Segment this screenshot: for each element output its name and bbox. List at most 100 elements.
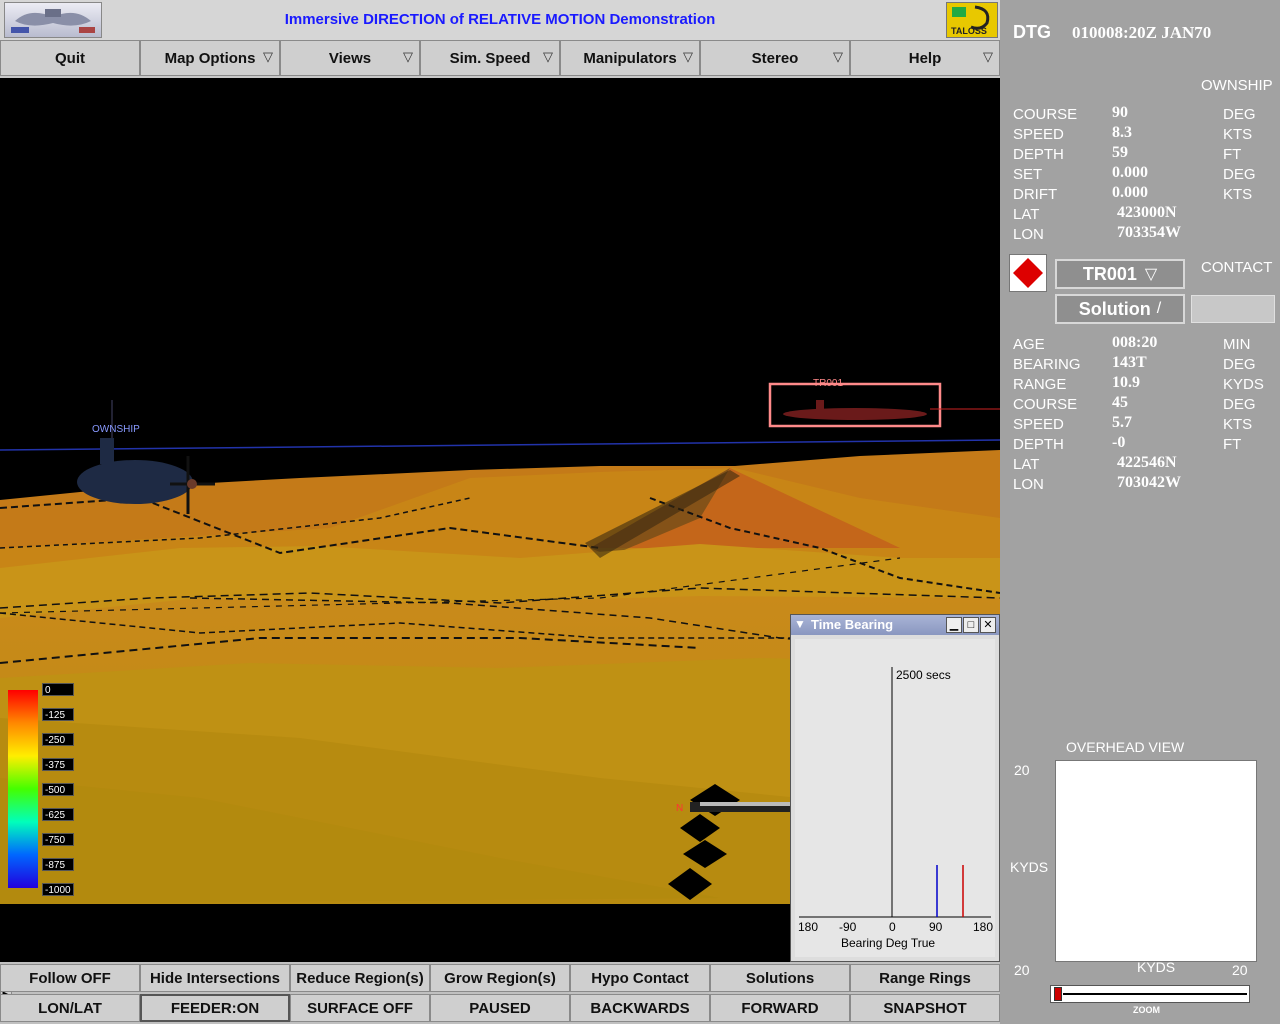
contact-field-unit: KYDS — [1223, 376, 1264, 393]
ownship-course-value: 90 — [1112, 104, 1128, 121]
overhead-axis-max: 20 — [1014, 762, 1030, 778]
menu-manipulators[interactable]: Manipulators ▽ — [560, 40, 700, 76]
solution-input-field[interactable] — [1191, 295, 1275, 323]
hypo-contact-button[interactable]: Hypo Contact — [570, 964, 710, 992]
ownship-depth-value: 59 — [1112, 144, 1128, 161]
contact-lat-value: 422546N — [1117, 454, 1177, 471]
solution-select-dropdown[interactable]: Solution / — [1055, 294, 1185, 324]
zoom-track-line — [1063, 993, 1247, 995]
menu-sim-speed-label: Sim. Speed — [449, 49, 531, 67]
dropdown-arrow-icon: ▽ — [263, 49, 273, 64]
ownship-header: OWNSHIP — [1201, 77, 1273, 94]
ownship-drift-value: 0.000 — [1112, 184, 1148, 201]
contact-color-swatch[interactable] — [1009, 254, 1047, 292]
time-bearing-window[interactable]: ▼ Time Bearing ▁ □ ✕ 2500 secs 180 -90 0… — [790, 614, 1000, 962]
solutions-button[interactable]: Solutions — [710, 964, 850, 992]
menu-views[interactable]: Views ▽ — [280, 40, 420, 76]
svg-text:N: N — [676, 803, 683, 814]
window-menu-chevron-icon[interactable]: ▼ — [794, 617, 806, 631]
ownship-lon-value: 703354W — [1117, 224, 1181, 241]
menu-sim-speed[interactable]: Sim. Speed ▽ — [420, 40, 560, 76]
ownship-field-unit: KTS — [1223, 186, 1253, 203]
legend-label: -750 — [42, 833, 74, 846]
overhead-view-canvas[interactable] — [1055, 760, 1257, 962]
menu-quit[interactable]: Quit — [0, 40, 140, 76]
button-label: SNAPSHOT — [883, 999, 967, 1017]
menu-quit-label: Quit — [55, 49, 85, 67]
button-label: BACKWARDS — [590, 999, 690, 1017]
button-label: Hypo Contact — [591, 969, 689, 987]
ownship-set-value: 0.000 — [1112, 164, 1148, 181]
contact-select-value: TR001 — [1082, 263, 1137, 284]
backwards-button[interactable]: BACKWARDS — [570, 994, 710, 1022]
contact-select-dropdown[interactable]: TR001 ▽ — [1055, 259, 1185, 289]
ownship-field-label: COURSE — [1013, 106, 1078, 123]
pause-button[interactable]: PAUSED — [430, 994, 570, 1022]
feeder-toggle-button[interactable]: FEEDER:ON — [140, 994, 290, 1022]
contact-field-label: COURSE — [1013, 396, 1078, 413]
forward-button[interactable]: FORWARD — [710, 994, 850, 1022]
ownship-field-label: SET — [1013, 166, 1043, 183]
tick-label: -90 — [839, 920, 857, 934]
contact-field-unit: DEG — [1223, 396, 1256, 413]
contact-field-label: RANGE — [1013, 376, 1067, 393]
zoom-slider[interactable] — [1050, 985, 1250, 1003]
dropdown-arrow-icon: ▽ — [833, 49, 843, 64]
taloss-logo-icon: TALOSS — [946, 2, 998, 38]
contact-bearing-value: 143T — [1112, 354, 1147, 371]
button-label: Range Rings — [879, 969, 971, 987]
button-label: LON/LAT — [38, 999, 102, 1017]
overhead-y-unit: KYDS — [1010, 859, 1049, 875]
contact-header: CONTACT — [1201, 259, 1273, 276]
ownship-label: OWNSHIP — [92, 424, 140, 435]
legend-label: -875 — [42, 858, 74, 871]
ownship-field-unit: FT — [1223, 146, 1242, 163]
grow-regions-button[interactable]: Grow Region(s) — [430, 964, 570, 992]
menu-stereo[interactable]: Stereo ▽ — [700, 40, 850, 76]
snapshot-button[interactable]: SNAPSHOT — [850, 994, 1000, 1022]
ownship-speed-value: 8.3 — [1112, 124, 1132, 141]
time-bearing-plot: 2500 secs 180 -90 0 90 180 Bearing Deg T… — [795, 639, 995, 957]
ownship-field-label: LON — [1013, 226, 1044, 243]
menu-map-options-label: Map Options — [164, 49, 256, 67]
time-bearing-title: Time Bearing — [811, 617, 894, 632]
surface-toggle-button[interactable]: SURFACE OFF — [290, 994, 430, 1022]
ownship-field-unit: KTS — [1223, 126, 1253, 143]
button-label: SURFACE OFF — [307, 999, 413, 1017]
button-label: FORWARD — [741, 999, 819, 1017]
legend-label: -625 — [42, 808, 74, 821]
lon-lat-button[interactable]: LON/LAT — [0, 994, 140, 1022]
button-label: PAUSED — [469, 999, 531, 1017]
minimize-icon[interactable]: ▁ — [946, 617, 962, 633]
zoom-label: ZOOM — [1133, 1005, 1160, 1015]
contact-field-label: DEPTH — [1013, 436, 1064, 453]
dropdown-arrow-icon: ▽ — [403, 49, 413, 64]
range-rings-button[interactable]: Range Rings — [850, 964, 1000, 992]
time-label: 2500 secs — [896, 668, 951, 682]
tick-label: 90 — [929, 920, 943, 934]
legend-label: -1000 — [42, 883, 74, 896]
ownship-field-unit: DEG — [1223, 166, 1256, 183]
menu-help[interactable]: Help ▽ — [850, 40, 1000, 76]
reduce-regions-button[interactable]: Reduce Region(s) — [290, 964, 430, 992]
hide-intersections-button[interactable]: Hide Intersections — [140, 964, 290, 992]
overhead-axis-min: 20 — [1014, 962, 1030, 978]
dropdown-arrow-icon: ▽ — [1144, 266, 1158, 283]
close-icon[interactable]: ✕ — [980, 617, 996, 633]
legend-label: -125 — [42, 708, 74, 721]
dropdown-arrow-icon: ▽ — [543, 49, 553, 64]
tick-label: 180 — [973, 920, 993, 934]
dropdown-arrow-icon: ▽ — [683, 49, 693, 64]
bearing-axis-label: Bearing Deg True — [841, 936, 935, 950]
contact-field-unit: DEG — [1223, 356, 1256, 373]
slash-arrow-icon: / — [1156, 300, 1162, 317]
contact-field-label: BEARING — [1013, 356, 1081, 373]
menu-map-options[interactable]: Map Options ▽ — [140, 40, 280, 76]
ownship-field-label: SPEED — [1013, 126, 1064, 143]
taloss-logo-text: TALOSS — [951, 26, 987, 36]
button-label: Reduce Region(s) — [296, 969, 424, 987]
follow-toggle-button[interactable]: Follow OFF — [0, 964, 140, 992]
maximize-icon[interactable]: □ — [963, 617, 979, 633]
tick-label: 0 — [889, 920, 896, 934]
zoom-handle[interactable] — [1054, 987, 1062, 1001]
